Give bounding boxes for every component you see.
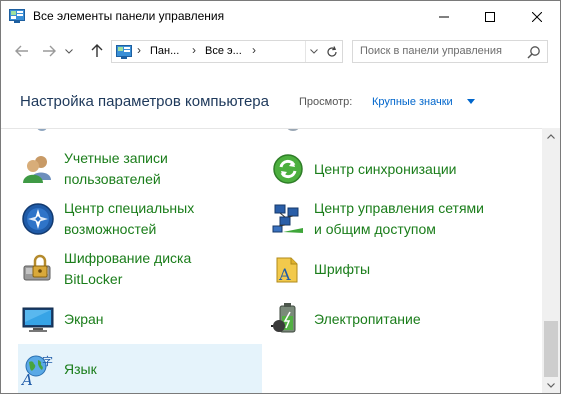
item-label: возможностей (64, 221, 157, 237)
chevron-down-icon (310, 49, 318, 54)
item-label: Учетные записи (64, 150, 168, 166)
item-power-options[interactable]: Электропитание (268, 294, 512, 344)
scroll-down-button[interactable] (542, 377, 560, 393)
arrow-up-icon (91, 44, 103, 57)
maximize-icon (485, 11, 495, 22)
navigation-bar: › Пан... › Все э... › Поиск в панели упр… (1, 32, 560, 72)
refresh-button[interactable] (322, 41, 342, 62)
users-icon (23, 156, 51, 183)
item-display[interactable]: Экран (18, 294, 262, 344)
item-label: Шифрование диска (64, 250, 192, 266)
item-fonts[interactable]: A Шрифты (268, 244, 512, 294)
page-title: Настройка параметров компьютера (20, 93, 269, 110)
window-title: Все элементы панели управления (33, 9, 225, 23)
svg-text:A: A (278, 265, 291, 284)
breadcrumb-separator-icon[interactable]: › (252, 43, 256, 57)
breadcrumb-control-panel[interactable]: Пан... (150, 45, 179, 57)
display-icon (22, 307, 54, 332)
scrollbar-thumb[interactable] (544, 321, 558, 377)
address-divider (305, 41, 306, 62)
item-network-sharing-center[interactable]: Центр управления сетями и общим доступом (268, 194, 512, 244)
breadcrumb-all-items[interactable]: Все э... (205, 45, 242, 57)
fonts-icon: A (276, 257, 298, 284)
address-dropdown-button[interactable] (306, 41, 322, 62)
item-user-accounts[interactable]: Учетные записи пользователей (18, 144, 262, 194)
power-icon (271, 303, 296, 333)
address-bar[interactable]: › Пан... › Все э... › (111, 40, 343, 63)
breadcrumb-separator-icon[interactable]: › (137, 43, 141, 57)
control-panel-icon (9, 9, 25, 23)
item-ease-of-access[interactable]: Центр специальных возможностей (18, 194, 262, 244)
accessibility-icon (22, 203, 54, 235)
item-label: пользователей (64, 171, 161, 187)
vertical-scrollbar[interactable] (542, 128, 560, 393)
arrow-left-icon (15, 45, 28, 57)
item-label: Электропитание (314, 311, 421, 327)
network-icon (272, 204, 303, 233)
close-button[interactable] (514, 1, 560, 32)
up-button[interactable] (86, 40, 108, 62)
back-button[interactable] (11, 40, 33, 62)
item-label: Шрифты (314, 261, 371, 277)
recent-locations-button[interactable] (62, 40, 76, 62)
minimize-button[interactable] (421, 1, 467, 32)
item-label: Центр специальных (64, 200, 195, 216)
minimize-icon (439, 16, 449, 17)
close-icon (532, 11, 542, 22)
maximize-button[interactable] (467, 1, 513, 32)
partial-item-icon (37, 129, 47, 131)
search-icon[interactable] (527, 45, 541, 59)
control-panel-icon (116, 45, 132, 59)
language-icon: A 字 (21, 354, 53, 386)
item-label: Центр управления сетями (314, 200, 484, 216)
control-panel-window: Все элементы панели управления › Пан... … (0, 0, 561, 394)
item-bitlocker[interactable]: Шифрование диска BitLocker (18, 244, 262, 294)
view-by-label: Просмотр: (299, 96, 353, 108)
item-label: Экран (64, 311, 104, 327)
title-bar: Все элементы панели управления (1, 1, 560, 32)
search-placeholder: Поиск в панели управления (360, 45, 502, 57)
items-list: Учетные записи пользователей Центр синхр… (1, 128, 542, 393)
bitlocker-icon (23, 254, 51, 281)
item-label: BitLocker (64, 271, 123, 287)
caret-down-icon[interactable] (467, 99, 475, 104)
item-language[interactable]: A 字 Язык (18, 344, 262, 393)
svg-text:字: 字 (42, 354, 53, 368)
scroll-up-button[interactable] (542, 128, 560, 145)
partial-item-icon (287, 129, 299, 131)
svg-text:A: A (21, 371, 33, 386)
arrow-right-icon (43, 45, 56, 57)
item-label: Центр синхронизации (314, 161, 457, 177)
view-by-dropdown[interactable]: Крупные значки (372, 96, 453, 108)
sync-center-icon (273, 154, 303, 184)
chevron-down-icon (65, 48, 73, 54)
item-label: Язык (64, 361, 97, 377)
forward-button[interactable] (38, 40, 60, 62)
search-input[interactable]: Поиск в панели управления (352, 40, 548, 63)
chevron-down-icon (547, 383, 555, 388)
item-label: и общим доступом (314, 221, 436, 237)
refresh-icon (327, 45, 337, 57)
breadcrumb-separator-icon[interactable]: › (192, 43, 196, 57)
item-sync-center[interactable]: Центр синхронизации (268, 144, 512, 194)
chevron-up-icon (547, 134, 555, 139)
